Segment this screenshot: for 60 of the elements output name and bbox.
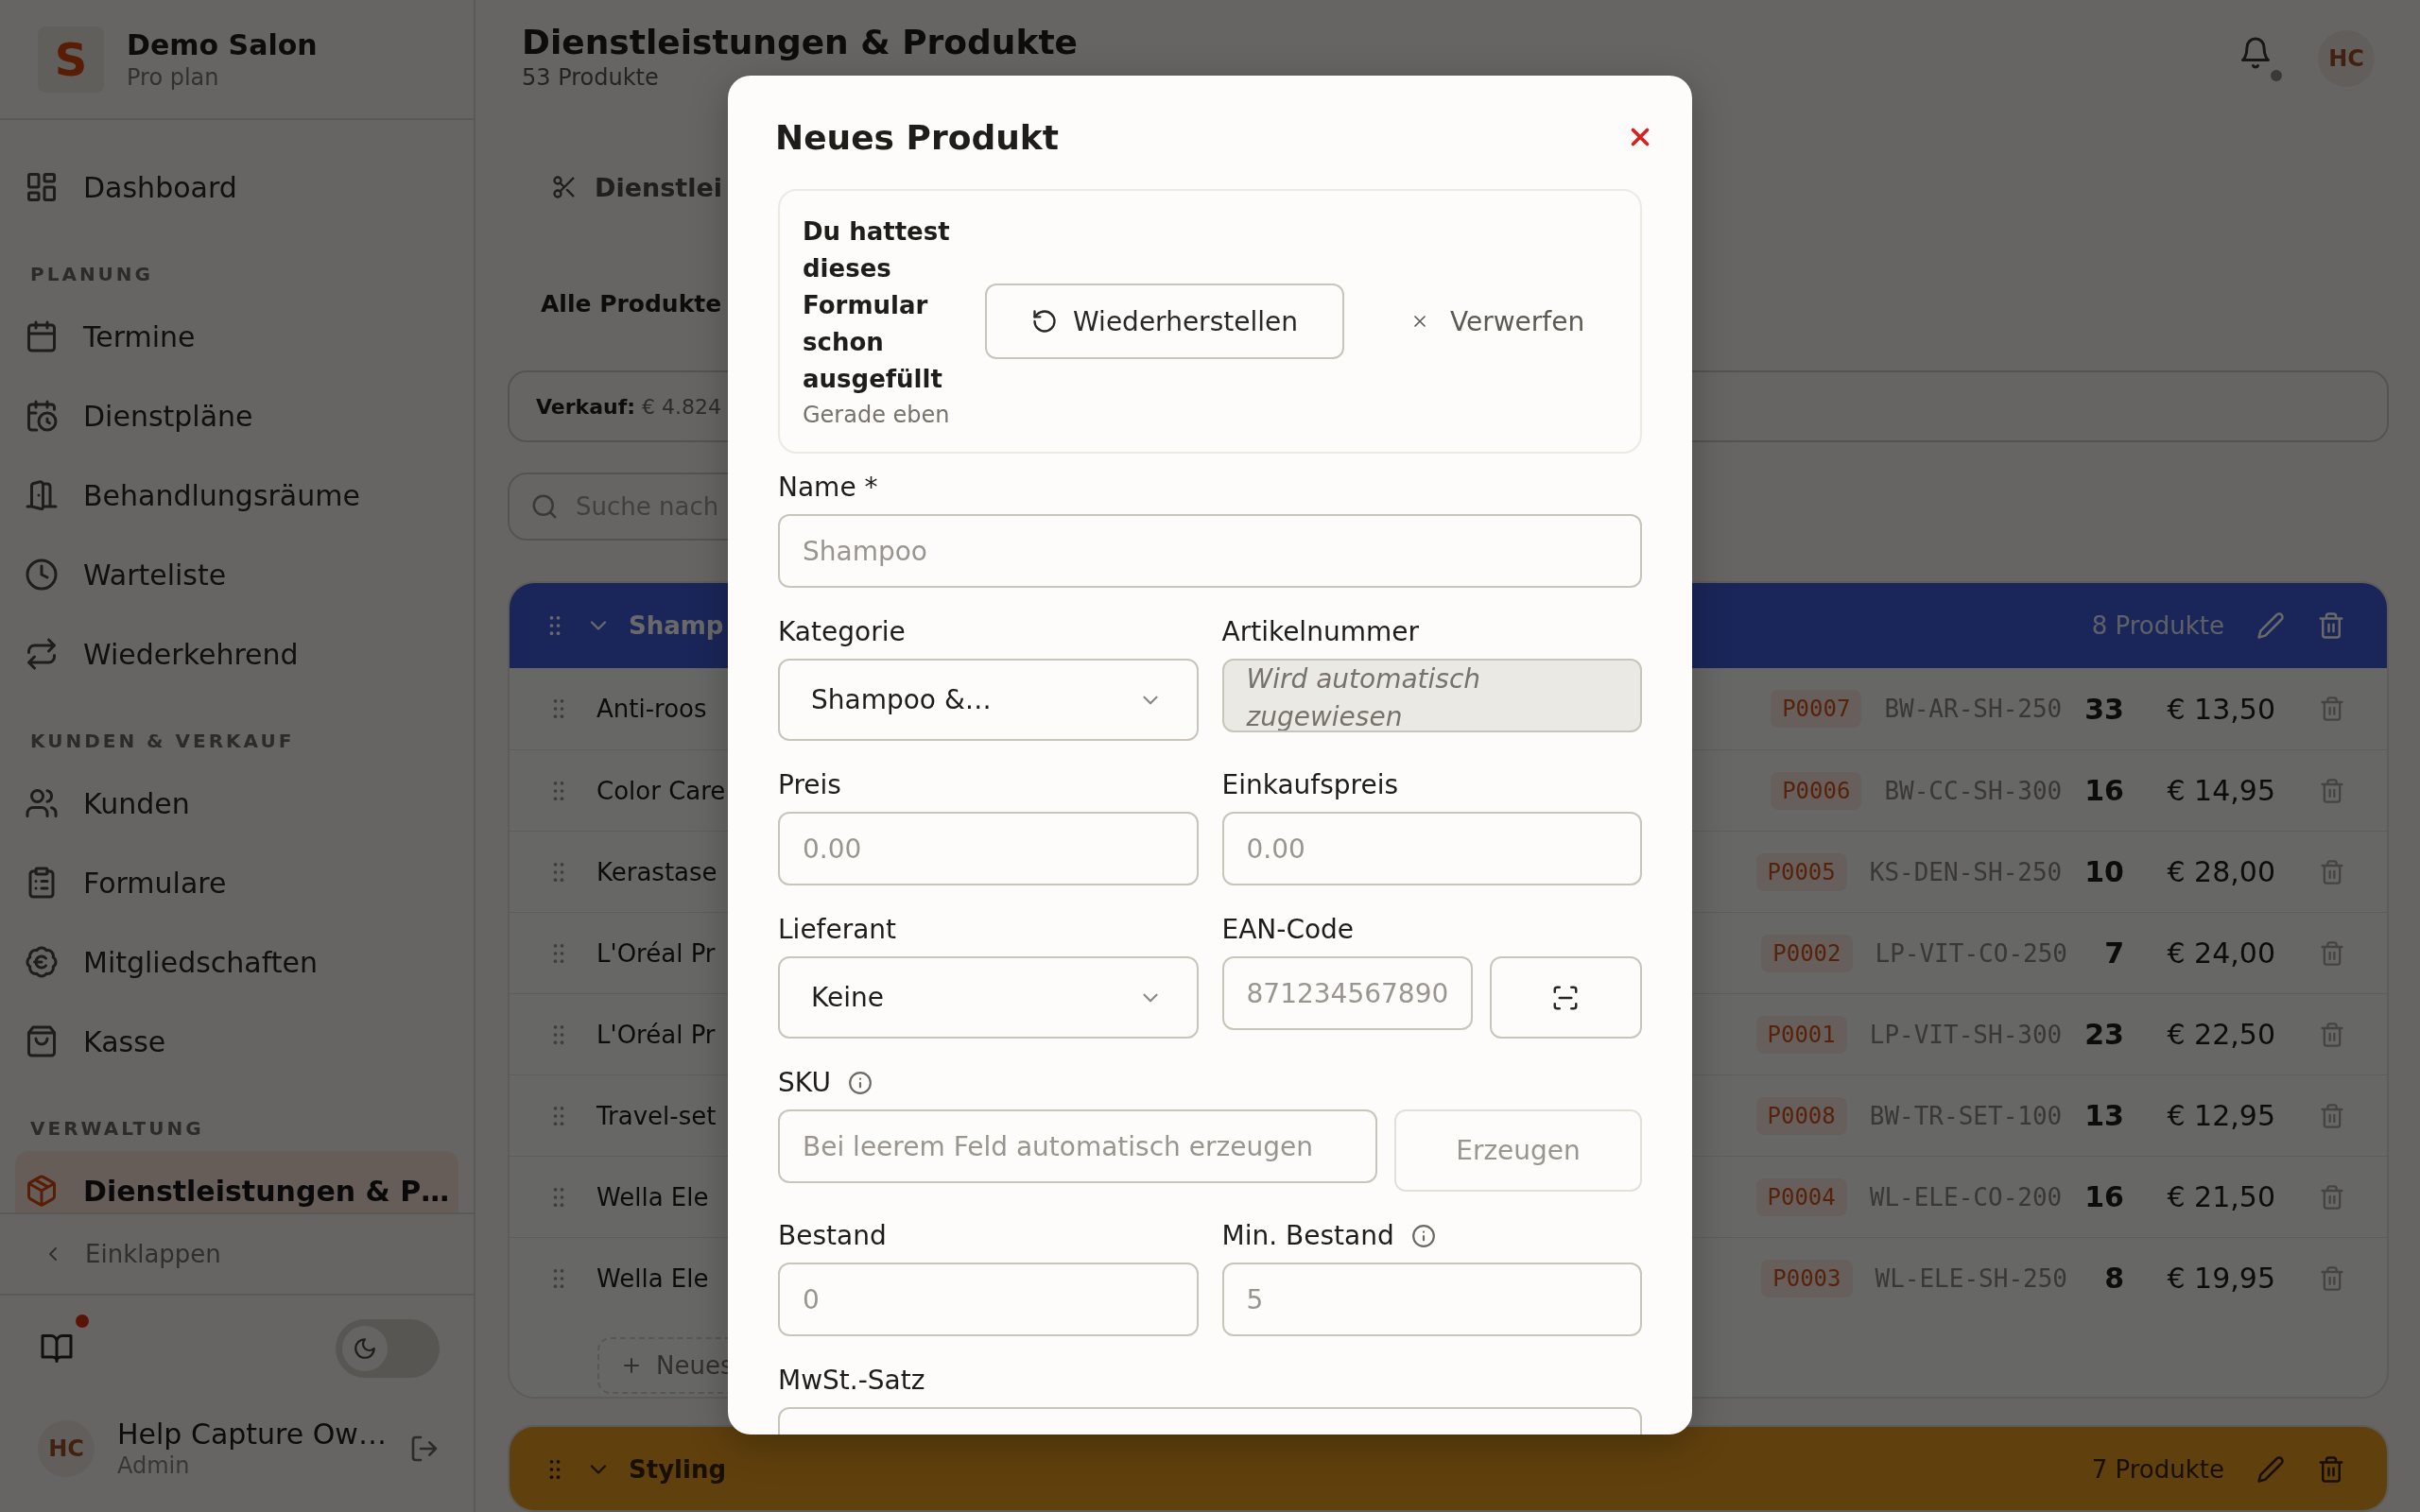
stock-count: 16 bbox=[2084, 1180, 2124, 1214]
product-name: L'Oréal Pr bbox=[596, 1020, 716, 1049]
product-name: Anti-roos bbox=[596, 695, 707, 724]
modal-title: Neues Produkt bbox=[775, 117, 1059, 157]
group-name: Shamp bbox=[629, 611, 724, 641]
field-label: Min. Bestand bbox=[1221, 1219, 1394, 1253]
field-label: Artikelnummer bbox=[1221, 615, 1419, 649]
product-number-badge: P0003 bbox=[1761, 1259, 1853, 1297]
product-name: Wella Ele bbox=[596, 1182, 709, 1211]
salon-name: Demo Salon bbox=[127, 26, 318, 63]
product-number-badge: P0002 bbox=[1761, 934, 1853, 972]
stock-count: 13 bbox=[2084, 1099, 2124, 1133]
product-price: € 24,00 bbox=[2166, 936, 2275, 971]
page-title: Dienstleistungen & Produkte bbox=[522, 22, 1078, 63]
draft-message: Du hattest dieses Formular schon ausgefüllt bbox=[803, 215, 951, 395]
product-price: € 13,50 bbox=[2166, 692, 2275, 726]
product-name: Color Care bbox=[596, 776, 726, 805]
product-price: € 28,00 bbox=[2166, 855, 2275, 889]
field-label: Lieferant bbox=[778, 913, 897, 947]
stock-count: 16 bbox=[2084, 774, 2124, 808]
nav-section-heading: VERWALTUNG bbox=[29, 1116, 205, 1142]
product-number-badge: P0001 bbox=[1755, 1015, 1847, 1054]
product-price: € 12,95 bbox=[2166, 1099, 2275, 1133]
field-label: Name * bbox=[778, 471, 878, 505]
product-count: 7 Produkte bbox=[2091, 1455, 2224, 1485]
product-number-badge: P0008 bbox=[1755, 1096, 1847, 1135]
product-number-badge: P0006 bbox=[1771, 771, 1862, 810]
page-subtitle: 53 Produkte bbox=[522, 63, 660, 92]
stock-count: 7 bbox=[2103, 936, 2124, 971]
product-name: Wella Ele bbox=[596, 1263, 709, 1293]
stock-count: 8 bbox=[2103, 1262, 2124, 1296]
field-label: SKU bbox=[778, 1066, 831, 1100]
draft-time: Gerade eben bbox=[803, 400, 951, 430]
stock-count: 23 bbox=[2084, 1018, 2124, 1052]
product-name: L'Oréal Pr bbox=[596, 938, 716, 968]
logo: S bbox=[38, 26, 104, 93]
product-number-badge: P0005 bbox=[1755, 852, 1847, 891]
sales-summary: Verkauf: € 4.824 bbox=[536, 394, 722, 419]
product-price: € 14,95 bbox=[2166, 774, 2275, 808]
product-price: € 21,50 bbox=[2166, 1180, 2275, 1214]
product-number-badge: P0007 bbox=[1771, 690, 1862, 729]
product-number-badge: P0004 bbox=[1755, 1177, 1847, 1216]
product-name: Travel-set bbox=[596, 1101, 717, 1130]
nav-section-heading: PLANUNG bbox=[29, 262, 154, 287]
field-label: EAN-Code bbox=[1221, 913, 1355, 947]
field-label: Preis bbox=[778, 768, 841, 802]
product-count: 8 Produkte bbox=[2091, 611, 2224, 641]
stock-count: 33 bbox=[2084, 692, 2124, 726]
field-label: Bestand bbox=[778, 1219, 887, 1253]
group-name: Styling bbox=[629, 1455, 727, 1485]
product-name: Kerastase bbox=[596, 857, 717, 886]
field-label: Einkaufspreis bbox=[1221, 768, 1399, 802]
user-name: Help Capture Ow… bbox=[117, 1418, 387, 1452]
field-label: Kategorie bbox=[778, 615, 906, 649]
nav-section-heading: KUNDEN & VERKAUF bbox=[29, 729, 296, 754]
stock-count: 10 bbox=[2084, 855, 2124, 889]
product-price: € 19,95 bbox=[2166, 1262, 2275, 1296]
product-price: € 22,50 bbox=[2166, 1018, 2275, 1052]
field-label: MwSt.-Satz bbox=[778, 1364, 925, 1398]
user-avatar: HC bbox=[38, 1420, 95, 1477]
